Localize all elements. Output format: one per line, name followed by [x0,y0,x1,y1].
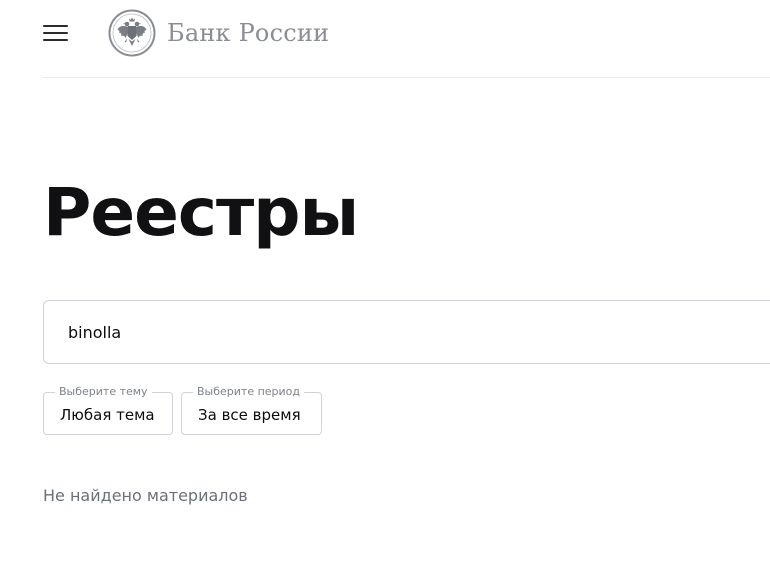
topic-filter-select[interactable]: Выберите тему Любая тема [43,385,173,435]
search-input[interactable] [68,301,748,363]
no-results-message: Не найдено материалов [43,486,248,505]
site-header: Банк России [43,0,770,78]
period-filter-select[interactable]: Выберите период За все время [181,385,322,435]
logo-text: Банк России [167,19,330,47]
page: Банк России Реестры Выберите тему Любая … [0,0,770,582]
page-title: Реестры [43,174,359,251]
double-headed-eagle-emblem-icon [108,9,156,57]
menu-line [43,32,68,34]
topic-filter-legend: Выберите тему [55,385,152,399]
hamburger-menu-icon[interactable] [43,22,69,42]
period-filter-legend: Выберите период [193,385,305,399]
search-box[interactable] [43,300,770,364]
menu-line [43,25,68,27]
bank-logo[interactable]: Банк России [108,8,329,58]
menu-line [43,39,68,41]
period-filter-value: За все время [198,406,301,424]
topic-filter-value: Любая тема [60,406,155,424]
